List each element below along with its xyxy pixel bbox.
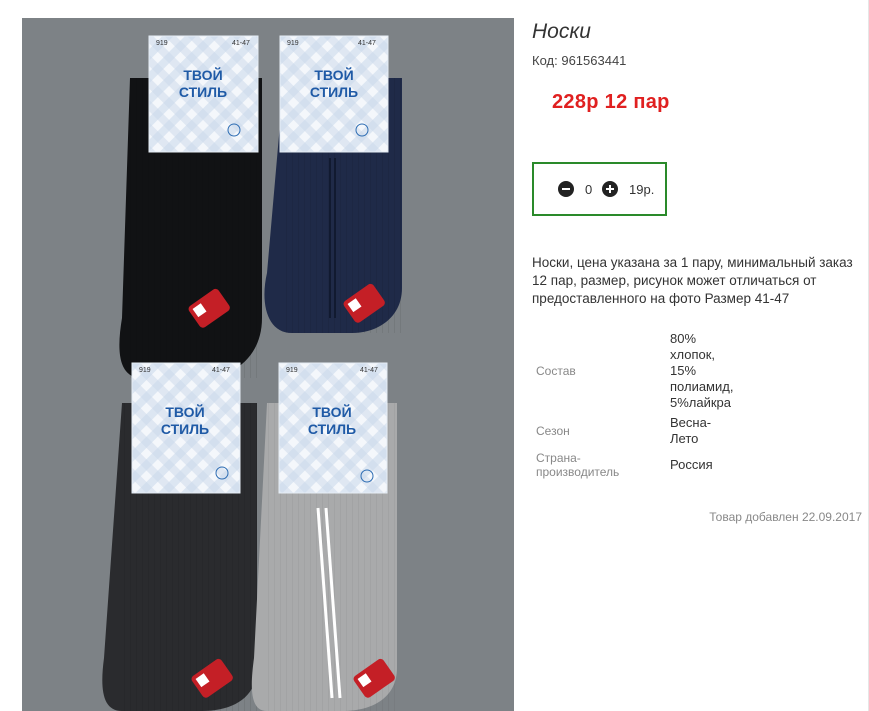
spec-label-composition: Состав bbox=[536, 364, 576, 378]
product-code-label: Код: bbox=[532, 53, 558, 68]
spec-label-season: Сезон bbox=[536, 424, 570, 438]
svg-text:СТИЛЬ: СТИЛЬ bbox=[310, 84, 358, 100]
sock-pack-navy: 919 41-47 ТВОЙ СТИЛЬ bbox=[264, 35, 402, 333]
socks-image: 919 41-47 ТВОЙ СТИЛЬ 919 41-47 ТВОЙ СТИЛ… bbox=[102, 35, 402, 711]
svg-text:СТИЛЬ: СТИЛЬ bbox=[161, 421, 209, 437]
date-added: Товар добавлен 22.09.2017 bbox=[709, 510, 862, 524]
pack-brand-line2: СТИЛЬ bbox=[179, 84, 227, 100]
unit-price: 19р. bbox=[629, 182, 655, 197]
product-description: Носки, цена указана за 1 пару, минимальн… bbox=[532, 255, 853, 306]
svg-text:ТВОЙ: ТВОЙ bbox=[312, 403, 351, 420]
plus-icon[interactable] bbox=[602, 181, 618, 197]
svg-text:919: 919 bbox=[287, 40, 299, 47]
svg-text:41-47: 41-47 bbox=[212, 367, 230, 374]
svg-text:41-47: 41-47 bbox=[358, 40, 376, 47]
spec-value-country: Россия bbox=[670, 457, 713, 472]
pack-brand-line1: ТВОЙ bbox=[183, 66, 222, 83]
svg-text:СТИЛЬ: СТИЛЬ bbox=[308, 421, 356, 437]
minus-icon[interactable] bbox=[558, 181, 574, 197]
svg-text:919: 919 bbox=[286, 367, 298, 374]
product-code-value: 961563441 bbox=[561, 53, 627, 68]
quantity-selector: 0 19р. bbox=[532, 162, 667, 216]
pack-size: 41-47 bbox=[232, 40, 250, 47]
pack-model: 919 bbox=[156, 40, 168, 47]
spec-value-composition: 80% хлопок, 15% полиамид, 5%лайкра bbox=[670, 331, 734, 410]
sock-pack-lightgray: 919 41-47 ТВОЙ СТИЛЬ bbox=[251, 362, 397, 711]
product-title: Носки bbox=[532, 20, 591, 43]
quantity-value: 0 bbox=[585, 182, 593, 197]
sock-pack-darkgray: 919 41-47 ТВОЙ СТИЛЬ bbox=[102, 362, 257, 711]
svg-text:919: 919 bbox=[139, 367, 151, 374]
svg-text:41-47: 41-47 bbox=[360, 367, 378, 374]
product-photo[interactable]: 919 41-47 ТВОЙ СТИЛЬ 919 41-47 ТВОЙ СТИЛ… bbox=[22, 18, 514, 711]
spec-value-season: Весна- Лето bbox=[670, 415, 712, 446]
sock-pack-black: 919 41-47 ТВОЙ СТИЛЬ bbox=[119, 35, 262, 378]
product-price: 228р 12 пар bbox=[552, 91, 670, 113]
spec-label-country: Страна- производитель bbox=[536, 451, 620, 479]
product-code: Код: 961563441 bbox=[532, 53, 626, 68]
svg-text:ТВОЙ: ТВОЙ bbox=[314, 66, 353, 83]
svg-text:ТВОЙ: ТВОЙ bbox=[165, 403, 204, 420]
